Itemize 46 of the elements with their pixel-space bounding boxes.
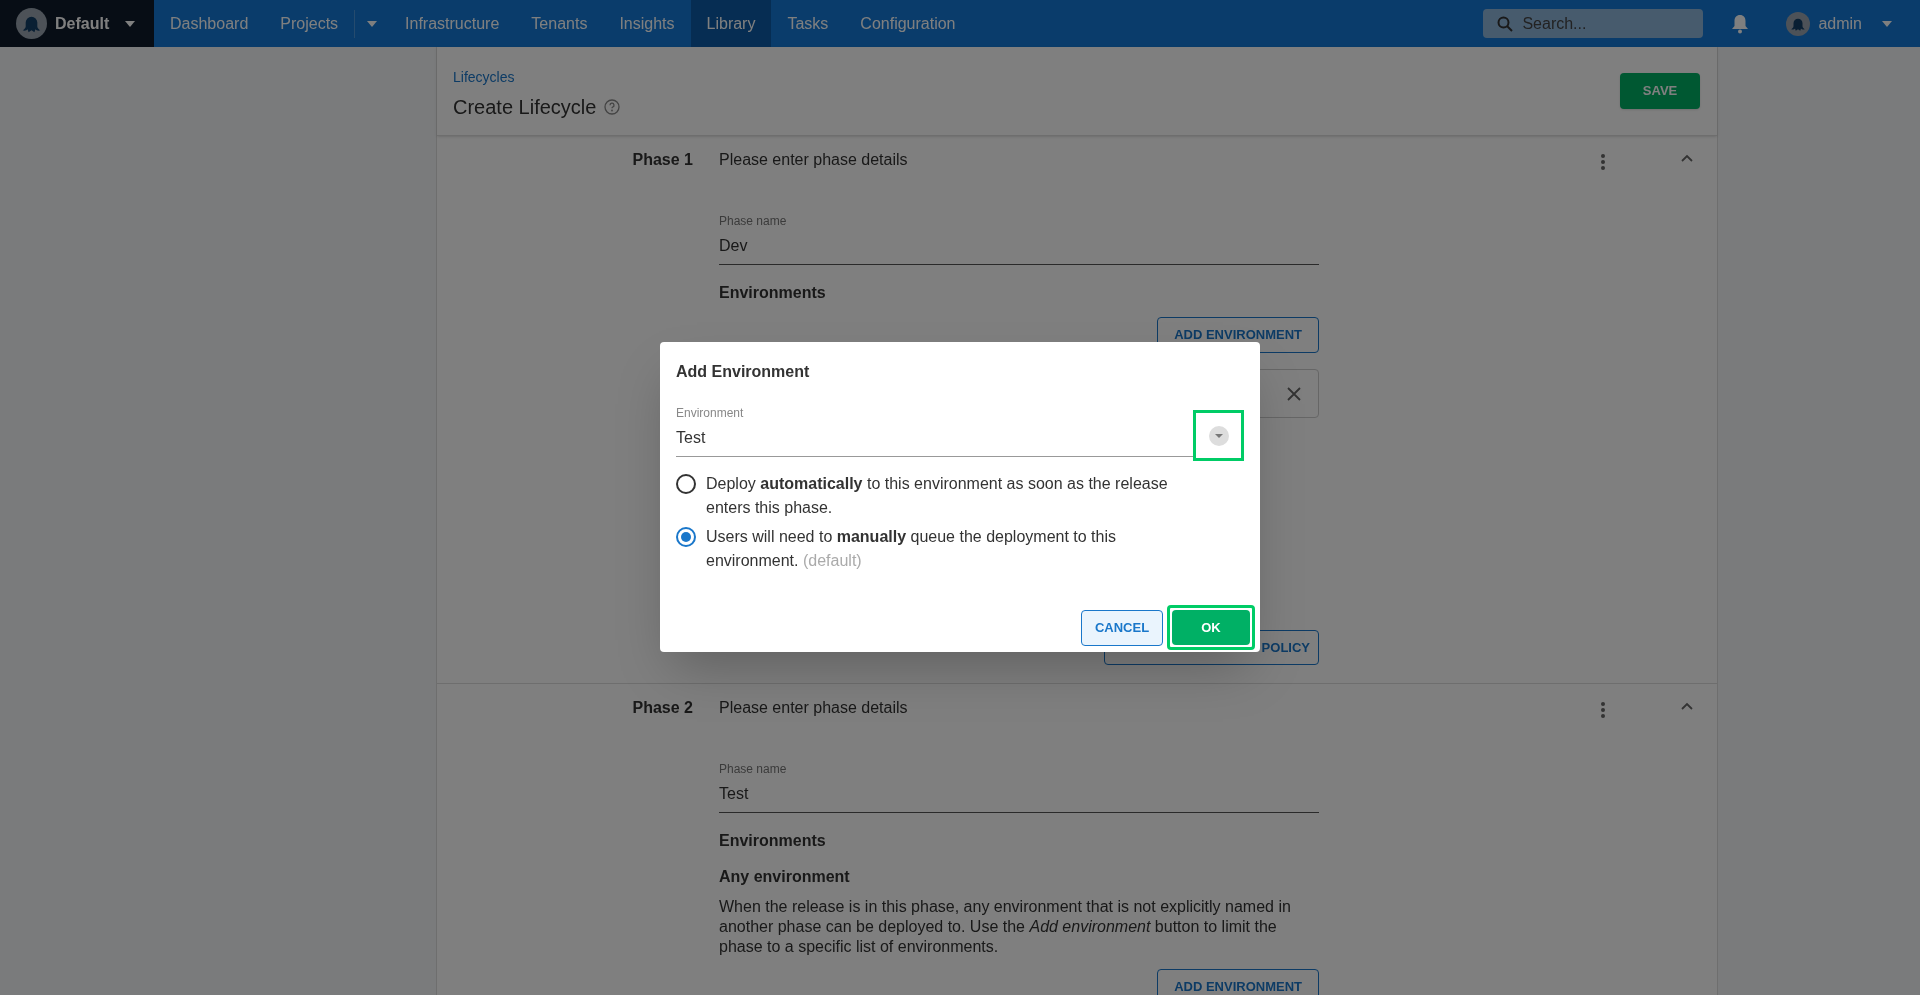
help-icon[interactable] [604, 99, 621, 115]
bell-icon[interactable] [1731, 13, 1750, 34]
org-switcher[interactable]: Default [0, 0, 154, 47]
phase-label: Phase 1 [632, 150, 693, 170]
nav-tab[interactable]: Configuration [844, 0, 972, 47]
chevron-up-icon[interactable] [1681, 154, 1693, 162]
save-button[interactable]: SAVE [1620, 73, 1700, 109]
environment-select[interactable]: Environment Test [676, 404, 1193, 457]
ok-button[interactable]: OK [1172, 610, 1250, 645]
caret-icon [125, 20, 136, 27]
radio-button[interactable] [676, 527, 696, 547]
nav-tab[interactable]: Dashboard [154, 0, 265, 47]
chevron-up-icon[interactable] [1681, 702, 1693, 710]
nav-tab[interactable]: Insights [603, 0, 691, 47]
note-text: When the release is in this phase, any environment that is not explicitly named in another phase can be deployed to. Use the Add environment button to limit the phase to a specific list of environments. [719, 897, 1292, 957]
phase-label: Phase 2 [632, 698, 693, 718]
close-icon[interactable] [1286, 385, 1302, 402]
nav-tab[interactable]: Infrastructure [389, 0, 516, 47]
radio-label: Deploy automatically to this environment as soon as the release enters this phase. [706, 474, 1169, 518]
radio-label: Users will need to manually queue the deployment to this environment. (default) [706, 527, 1117, 571]
phase-name-field[interactable]: Phase name Dev [719, 212, 1319, 265]
cancel-button[interactable]: CANCEL [1081, 609, 1163, 646]
page-title: Create Lifecycle [453, 95, 597, 120]
dialog-title: Add Environment [676, 362, 811, 382]
search-field[interactable]: Search... [1483, 9, 1704, 38]
nav-tab[interactable]: Tasks [771, 0, 845, 47]
caret-icon[interactable] [367, 20, 378, 27]
environments-heading: Environments [719, 831, 827, 851]
user-name[interactable]: admin [1818, 11, 1862, 36]
environments-heading: Environments [719, 283, 827, 303]
more-options-icon[interactable] [1601, 702, 1605, 718]
nav-tab[interactable]: Library [690, 0, 772, 47]
nav-tab[interactable]: Tenants [515, 0, 604, 47]
phase-name-field[interactable]: Phase name Test [719, 760, 1319, 813]
breadcrumb-link[interactable]: Lifecycles [453, 67, 621, 88]
note-title: Any environment [719, 867, 851, 887]
search-icon [1497, 16, 1514, 32]
radio-button[interactable] [676, 474, 696, 494]
add-environment-button[interactable]: ADD ENVIRONMENT [1157, 969, 1319, 995]
caret-icon[interactable] [1882, 20, 1892, 27]
more-options-icon[interactable] [1601, 154, 1605, 170]
phase-heading: Please enter phase details [719, 150, 909, 170]
nav-tab[interactable]: Projects [264, 0, 355, 47]
phase-heading: Please enter phase details [719, 698, 909, 718]
org-logo-icon [16, 8, 47, 39]
user-avatar-icon [1786, 11, 1811, 36]
